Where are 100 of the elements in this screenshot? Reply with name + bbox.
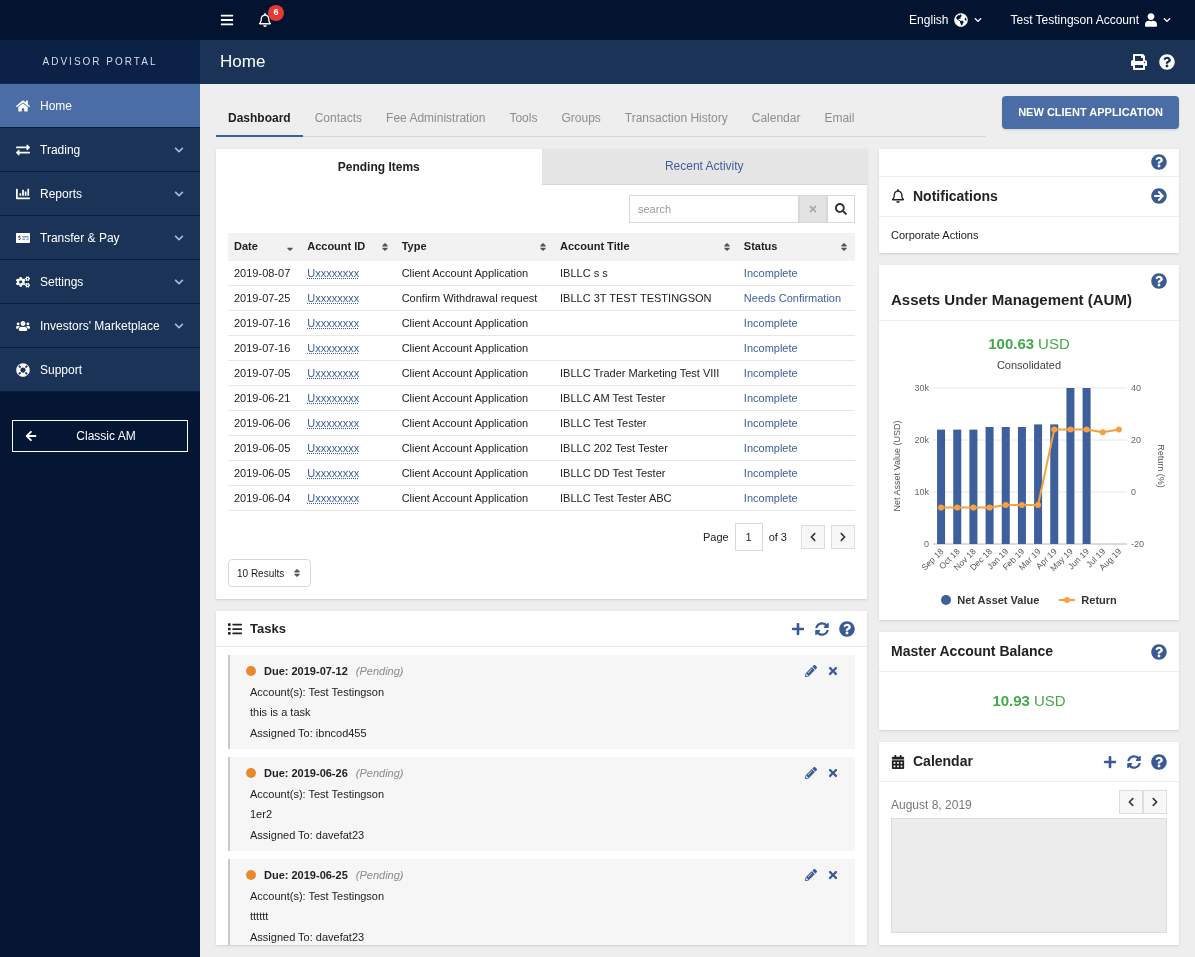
- sidebar-item[interactable]: Transfer & Pay: [0, 216, 200, 260]
- column-header[interactable]: Account ID: [301, 232, 396, 261]
- account-link[interactable]: Uxxxxxxxx: [307, 316, 360, 329]
- exchange-arrows-icon: [16, 142, 30, 157]
- portal-title: ADVISOR PORTAL: [42, 55, 158, 69]
- column-header[interactable]: Account Title: [554, 232, 738, 261]
- menu-icon[interactable]: [220, 13, 234, 27]
- task-status: (Pending): [355, 664, 404, 679]
- currency-label: USD: [1038, 333, 1070, 354]
- table-cell: Client Account Application: [395, 485, 555, 511]
- notification-item[interactable]: Corporate Actions: [891, 226, 979, 243]
- tab[interactable]: Dashboard: [216, 104, 303, 137]
- print-icon[interactable]: [1131, 54, 1147, 70]
- list-icon: [228, 621, 242, 636]
- chevron-left-icon: [808, 532, 818, 542]
- page-number-field[interactable]: 1: [734, 523, 763, 551]
- chevron-left-icon: [1126, 797, 1136, 807]
- user-icon: [1145, 13, 1157, 27]
- account-link[interactable]: Uxxxxxxxx: [307, 266, 360, 279]
- task-account: Account(s): Test Testingson: [250, 888, 385, 904]
- account-link[interactable]: Uxxxxxxxx: [307, 366, 360, 379]
- bell-icon[interactable]: [258, 13, 272, 27]
- card-tab[interactable]: Recent Activity: [541, 148, 867, 185]
- status-link[interactable]: Incomplete: [743, 416, 798, 429]
- status-link[interactable]: Incomplete: [743, 341, 798, 354]
- previous-page-button[interactable]: [801, 525, 825, 549]
- delete-icon[interactable]: [827, 767, 839, 780]
- account-link[interactable]: Uxxxxxxxx: [307, 466, 360, 479]
- table-cell: 2019-07-05: [228, 360, 302, 386]
- column-header[interactable]: Date: [228, 232, 302, 261]
- language-menu[interactable]: English: [909, 11, 983, 29]
- account-link[interactable]: Uxxxxxxxx: [307, 491, 360, 504]
- add-icon[interactable]: [791, 621, 805, 636]
- help-icon[interactable]: [1159, 54, 1175, 70]
- next-page-button[interactable]: [831, 525, 855, 549]
- column-header[interactable]: Status: [737, 232, 855, 261]
- sidebar-item[interactable]: Investors' Marketplace: [0, 304, 200, 348]
- status-link[interactable]: Incomplete: [743, 441, 798, 454]
- task-account: Account(s): Test Testingson: [250, 684, 385, 700]
- card-tab[interactable]: Pending Items: [216, 148, 542, 185]
- table-cell: IBLLC Test Tester ABC: [554, 485, 738, 511]
- sidebar-item[interactable]: Home: [0, 84, 200, 128]
- table-cell: IBLLC Trader Marketing Test VIII: [554, 360, 738, 386]
- users-icon: [16, 318, 30, 333]
- status-link[interactable]: Incomplete: [743, 316, 798, 329]
- help-icon[interactable]: [1151, 643, 1167, 660]
- new-client-application-button[interactable]: NEW CLIENT APPLICATION: [1002, 96, 1179, 129]
- status-link[interactable]: Needs Confirmation: [743, 291, 842, 304]
- pencil-icon[interactable]: [805, 665, 817, 678]
- page-size-select[interactable]: 10 Results: [228, 559, 312, 587]
- status-link[interactable]: Incomplete: [743, 266, 798, 279]
- account-link[interactable]: Uxxxxxxxx: [307, 291, 360, 304]
- account-link[interactable]: Uxxxxxxxx: [307, 391, 360, 404]
- task-description: 1er2: [250, 807, 273, 822]
- task-status: (Pending): [355, 868, 404, 883]
- table-cell: 2019-06-05: [228, 460, 302, 486]
- legend-label: Net Asset Value: [957, 592, 1040, 608]
- card-title: Tasks: [250, 619, 286, 638]
- delete-icon[interactable]: [827, 869, 839, 882]
- table-cell: 2019-06-05: [228, 435, 302, 461]
- pencil-icon[interactable]: [805, 869, 817, 882]
- add-icon[interactable]: [1103, 754, 1117, 769]
- status-link[interactable]: Incomplete: [743, 391, 798, 404]
- task-assignee: Assigned To: davefat23: [250, 929, 365, 945]
- search-field[interactable]: search: [629, 194, 799, 223]
- help-icon[interactable]: [1151, 154, 1167, 170]
- card-title: Calendar: [913, 752, 973, 771]
- table-cell: 2019-06-21: [228, 385, 302, 411]
- account-menu[interactable]: Test Testingson Account: [1010, 11, 1171, 29]
- sidebar-item[interactable]: Trading: [0, 128, 200, 172]
- search-icon: [835, 202, 847, 215]
- status-link[interactable]: Incomplete: [743, 466, 798, 479]
- axis-title: Return (%): [1156, 443, 1166, 488]
- axis-tick-label: 20: [1131, 434, 1141, 445]
- help-icon[interactable]: [839, 620, 855, 637]
- account-link[interactable]: Uxxxxxxxx: [307, 416, 360, 429]
- status-link[interactable]: Incomplete: [743, 491, 798, 504]
- table-cell: 2019-06-04: [228, 485, 302, 511]
- classic-am-button[interactable]: Classic AM: [12, 420, 188, 452]
- table-cell: 2019-06-06: [228, 410, 302, 436]
- column-header[interactable]: Type: [395, 232, 555, 261]
- pencil-icon[interactable]: [805, 767, 817, 780]
- life-ring-icon: [16, 362, 30, 377]
- refresh-icon[interactable]: [1127, 754, 1141, 769]
- sidebar-item[interactable]: Settings: [0, 260, 200, 304]
- account-link[interactable]: Uxxxxxxxx: [307, 441, 360, 454]
- sidebar-item[interactable]: Reports: [0, 172, 200, 216]
- page-count: of 3: [768, 529, 787, 545]
- account-link[interactable]: Uxxxxxxxx: [307, 341, 360, 354]
- caret-icon: [974, 16, 983, 24]
- delete-icon[interactable]: [827, 665, 839, 678]
- help-icon[interactable]: [1151, 273, 1167, 289]
- sidebar-item[interactable]: Support: [0, 348, 200, 392]
- axis-tick-label: 0: [1131, 486, 1136, 497]
- status-link[interactable]: Incomplete: [743, 366, 798, 379]
- help-icon[interactable]: [1151, 753, 1167, 770]
- next-month-button[interactable]: [1143, 790, 1167, 814]
- previous-month-button[interactable]: [1119, 790, 1143, 814]
- refresh-icon[interactable]: [815, 621, 829, 636]
- search-button[interactable]: [827, 194, 855, 223]
